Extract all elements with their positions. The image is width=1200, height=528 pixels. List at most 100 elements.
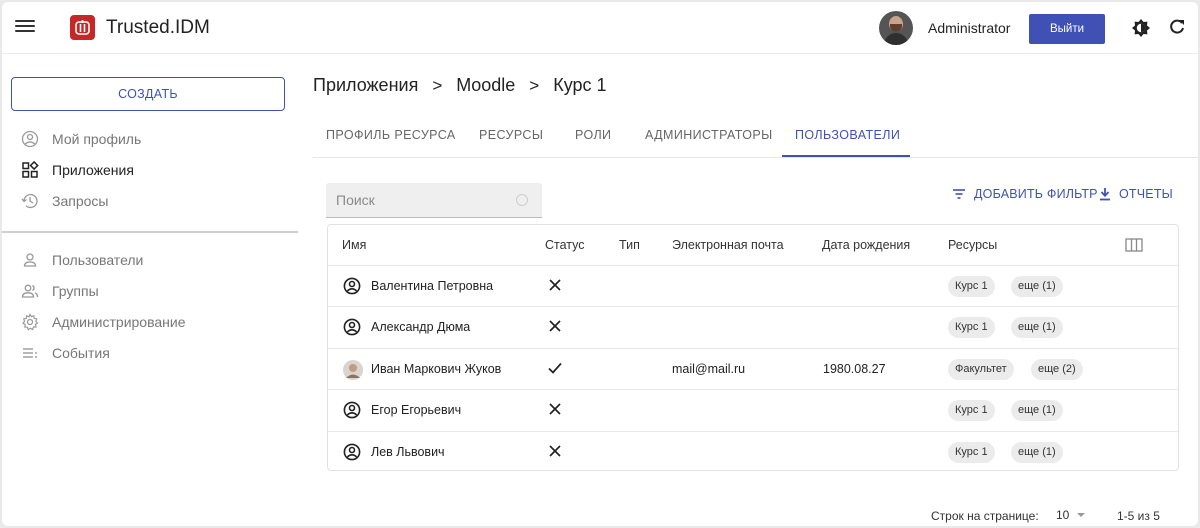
more-resources-chip[interactable]: еще (1)	[1011, 317, 1063, 339]
search-input[interactable]	[336, 191, 506, 209]
breadcrumb-item-moodle[interactable]: Moodle	[456, 75, 515, 96]
user-name: Administrator	[928, 20, 1011, 36]
column-header-resources[interactable]: Ресурсы	[948, 238, 997, 252]
close-icon	[547, 277, 563, 293]
reports-label: ОТЧЕТЫ	[1119, 187, 1173, 201]
rows-per-page-value: 10	[1056, 508, 1070, 522]
more-resources-chip[interactable]: еще (1)	[1011, 400, 1063, 422]
close-icon	[547, 443, 563, 459]
add-filter-button[interactable]: ДОБАВИТЬ ФИЛЬТР	[952, 187, 1098, 201]
user-name-cell[interactable]: Лев Львович	[371, 445, 445, 459]
download-icon	[1100, 188, 1110, 201]
resource-chip[interactable]: Курс 1	[948, 317, 995, 339]
tab-administrators[interactable]: АДМИНИСТРАТОРЫ	[645, 128, 773, 142]
search-icon	[516, 194, 528, 206]
breadcrumb-separator: >	[432, 75, 443, 95]
person-icon	[21, 251, 39, 269]
resource-chip[interactable]: Курс 1	[948, 441, 995, 463]
theme-toggle-icon[interactable]	[1131, 18, 1151, 38]
column-header-email[interactable]: Электронная почта	[672, 238, 784, 252]
search-field[interactable]	[326, 183, 542, 218]
user-name-cell[interactable]: Егор Егорьевич	[371, 403, 461, 417]
users-table: Имя Статус Тип Электронная почта Дата ро…	[327, 224, 1179, 471]
pagination-range: 1-5 из 5	[1117, 509, 1160, 523]
menu-icon[interactable]	[15, 18, 35, 36]
active-tab-indicator	[782, 155, 910, 157]
tab-roles[interactable]: РОЛИ	[575, 128, 611, 142]
rows-per-page-label: Строк на странице:	[931, 509, 1039, 523]
sidebar-item-apps[interactable]: Приложения	[2, 155, 298, 185]
table-row[interactable]: Александр Дюма Курс 1 еще (1)	[328, 306, 1178, 347]
tab-bar: ПРОФИЛЬ РЕСУРСА РЕСУРСЫ РОЛИ АДМИНИСТРАТ…	[313, 120, 1198, 158]
table-row[interactable]: Иван Маркович Жуков mail@mail.ru 1980.08.2…	[328, 347, 1178, 389]
column-header-name[interactable]: Имя	[342, 238, 366, 252]
tab-users[interactable]: ПОЛЬЗОВАТЕЛИ	[795, 128, 900, 142]
email-cell: mail@mail.ru	[672, 361, 746, 376]
sidebar-item-users[interactable]: Пользователи	[2, 245, 298, 275]
more-resources-chip[interactable]: еще (1)	[1011, 276, 1063, 297]
add-filter-label: ДОБАВИТЬ ФИЛЬТР	[974, 187, 1098, 201]
sidebar-item-label: Пользователи	[52, 252, 144, 268]
table-row[interactable]: Валентина Петровна Курс 1 еще (1)	[328, 265, 1178, 306]
sidebar-item-administration[interactable]: Администрирование	[2, 307, 298, 337]
logout-button[interactable]: Выйти	[1029, 14, 1105, 44]
resource-chip[interactable]: Курс 1	[948, 400, 995, 422]
more-resources-chip[interactable]: еще (2)	[1031, 358, 1083, 380]
sidebar-item-groups[interactable]: Группы	[2, 276, 298, 306]
group-icon	[21, 282, 39, 300]
account-circle-icon	[343, 318, 361, 336]
column-header-type[interactable]: Тип	[619, 238, 640, 252]
more-resources-chip[interactable]: еще (1)	[1011, 441, 1063, 463]
breadcrumb-item-current: Курс 1	[553, 75, 607, 95]
resource-chip[interactable]: Курс 1	[948, 276, 995, 297]
create-button[interactable]: СОЗДАТЬ	[11, 77, 285, 111]
breadcrumb: Приложения > Moodle > Курс 1	[313, 75, 607, 96]
birth-date-cell: 1980.08.27	[823, 361, 886, 376]
user-avatar[interactable]	[879, 11, 913, 45]
close-icon	[547, 318, 563, 334]
account-circle-icon	[21, 130, 39, 148]
sidebar-item-label: Мой профиль	[52, 131, 142, 147]
breadcrumb-item-apps[interactable]: Приложения	[313, 75, 418, 96]
user-name-cell[interactable]: Иван Маркович Жуков	[371, 362, 501, 376]
view-columns-icon[interactable]	[1125, 238, 1143, 252]
app-title: Trusted.IDM	[106, 17, 210, 38]
account-circle-icon	[343, 401, 361, 419]
tab-resource-profile[interactable]: ПРОФИЛЬ РЕСУРСА	[326, 128, 456, 142]
chevron-down-icon	[1077, 513, 1086, 517]
table-row[interactable]: Лев Львович Курс 1 еще (1)	[328, 430, 1178, 472]
events-list-icon	[21, 344, 39, 362]
tab-resources[interactable]: РЕСУРСЫ	[479, 128, 543, 142]
sidebar-divider	[2, 231, 298, 233]
sidebar-item-label: Запросы	[52, 193, 109, 209]
user-photo-avatar	[343, 359, 363, 380]
history-icon	[21, 192, 39, 210]
rows-per-page-select[interactable]: 10	[1056, 508, 1086, 522]
column-header-status[interactable]: Статус	[545, 238, 585, 252]
resource-chip[interactable]: Факультет	[948, 358, 1014, 380]
sidebar-item-label: События	[52, 345, 110, 361]
account-circle-icon	[343, 277, 361, 295]
user-name-cell[interactable]: Александр Дюма	[371, 320, 470, 334]
app-window: Trusted.IDM Administrator Выйти СОЗДАТЬ …	[2, 2, 1198, 526]
sidebar-item-events[interactable]: События	[2, 338, 298, 368]
filter-icon	[953, 189, 965, 199]
app-logo-icon	[70, 15, 95, 40]
sidebar-item-label: Приложения	[52, 162, 134, 178]
sidebar-item-label: Администрирование	[52, 314, 186, 330]
sidebar-item-requests[interactable]: Запросы	[2, 186, 298, 216]
breadcrumb-separator: >	[529, 75, 540, 95]
check-icon	[547, 360, 563, 376]
settings-icon	[21, 313, 39, 331]
account-circle-icon	[343, 443, 361, 461]
close-icon	[547, 401, 563, 417]
user-name-cell[interactable]: Валентина Петровна	[371, 279, 493, 293]
column-header-birth-date[interactable]: Дата рождения	[822, 238, 910, 252]
sidebar-item-profile[interactable]: Мой профиль	[2, 124, 298, 154]
refresh-icon[interactable]	[1168, 18, 1188, 38]
sidebar-item-label: Группы	[52, 283, 99, 299]
apps-icon	[21, 160, 39, 179]
top-app-bar: Trusted.IDM Administrator Выйти	[2, 2, 1198, 54]
table-row[interactable]: Егор Егорьевич Курс 1 еще (1)	[328, 389, 1178, 430]
reports-button[interactable]: ОТЧЕТЫ	[1099, 187, 1173, 201]
